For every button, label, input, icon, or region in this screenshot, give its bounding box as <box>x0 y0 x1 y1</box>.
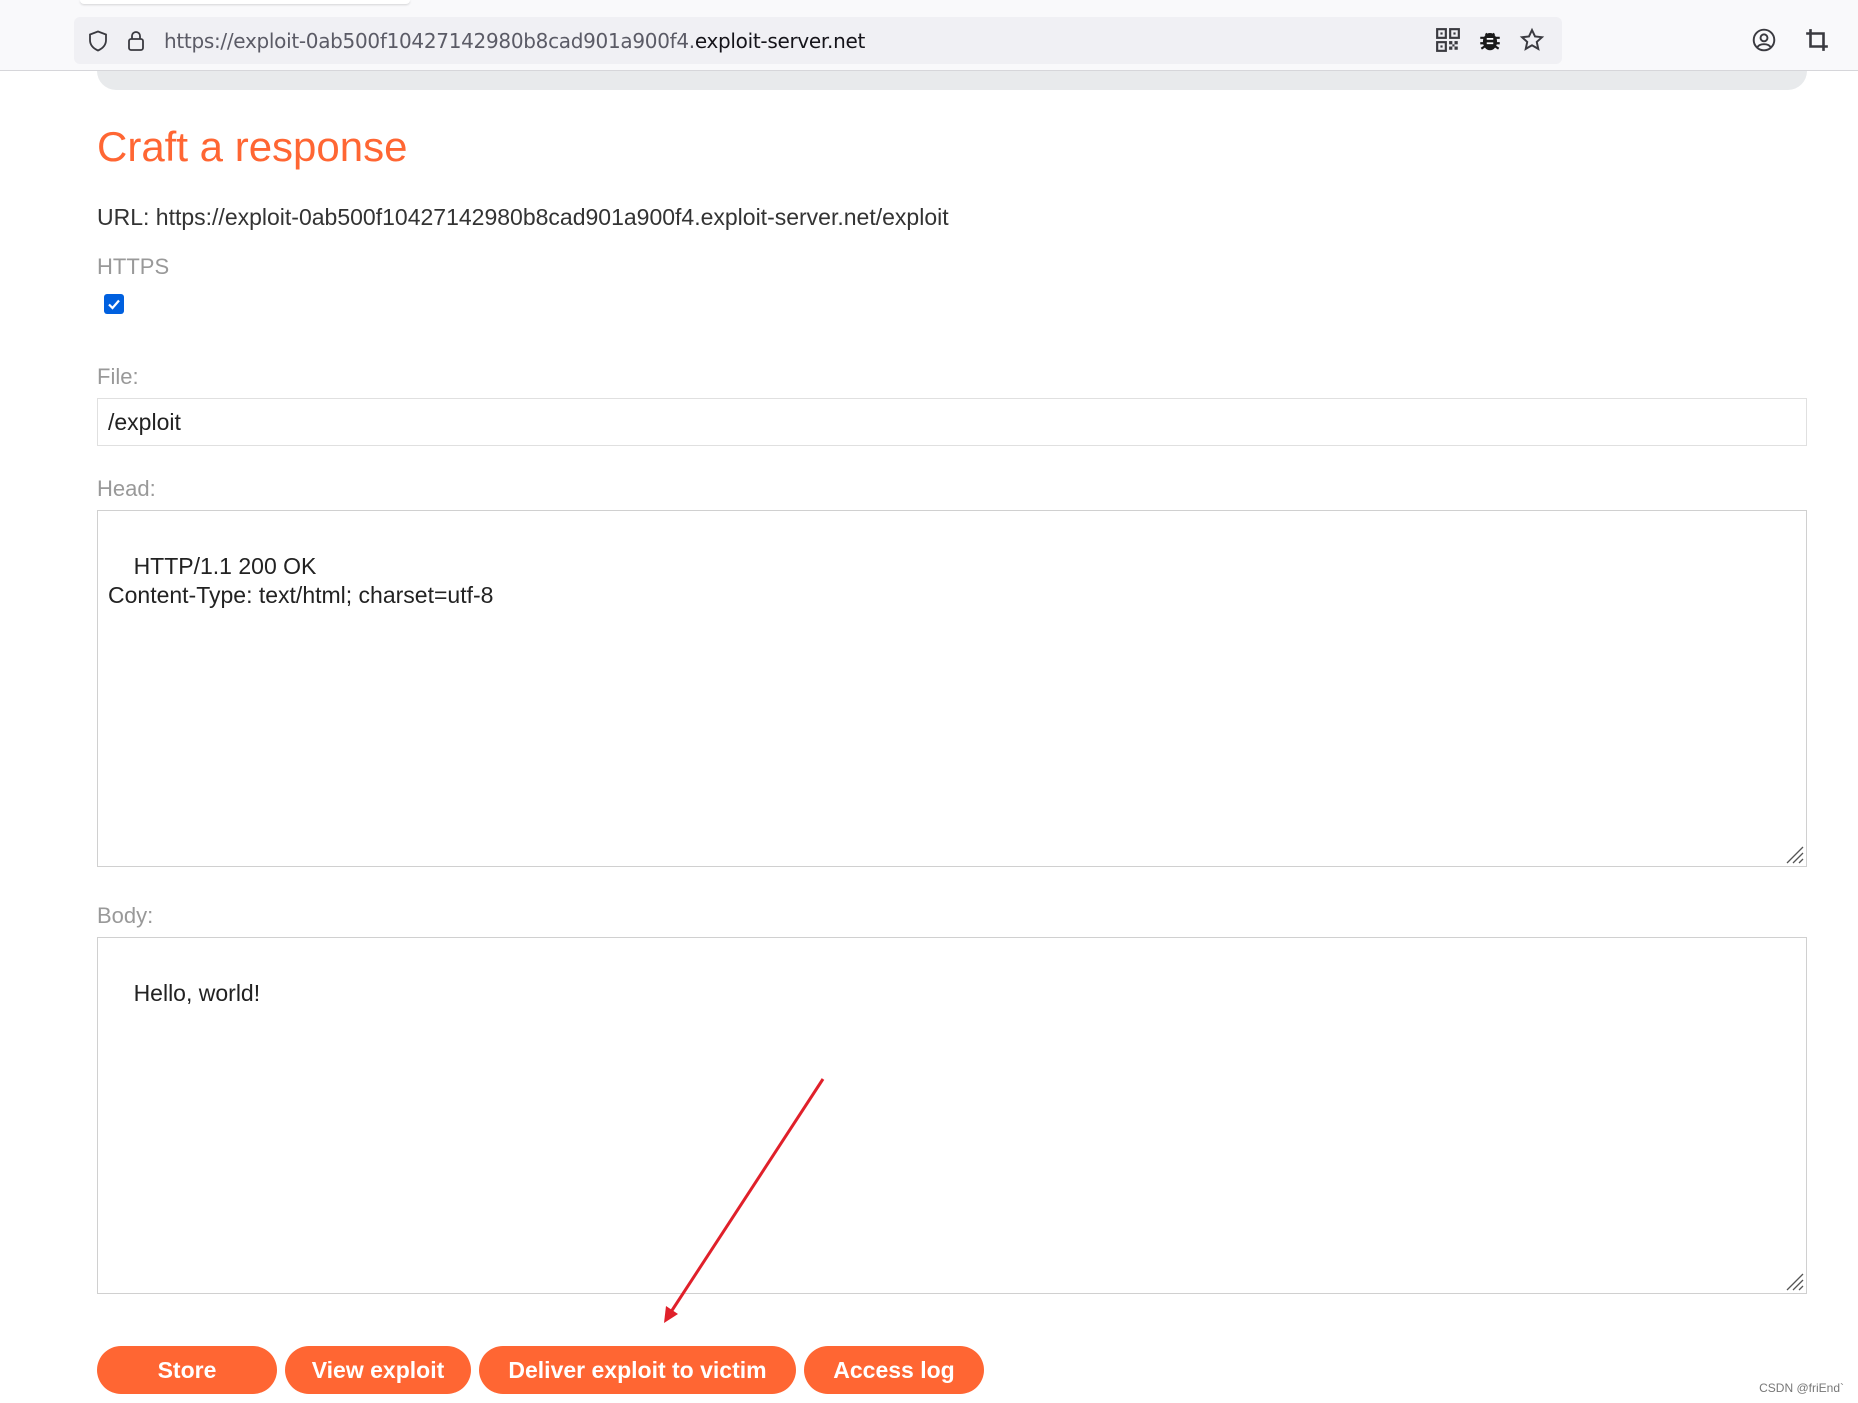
view-exploit-button[interactable]: View exploit <box>285 1346 471 1394</box>
exploit-url: URL: https://exploit-0ab500f10427142980b… <box>97 204 949 230</box>
body-textarea[interactable]: Hello, world! <box>97 937 1807 1294</box>
body-text: Hello, world! <box>133 980 261 1006</box>
https-label: HTTPS <box>97 254 170 279</box>
qr-code-icon[interactable] <box>1434 26 1462 54</box>
form-actions: Store View exploit Deliver exploit to vi… <box>97 1346 1807 1394</box>
deliver-exploit-button[interactable]: Deliver exploit to victim <box>479 1346 796 1394</box>
account-icon[interactable] <box>1750 26 1778 54</box>
file-input[interactable]: /exploit <box>97 398 1807 446</box>
page-title: Craft a response <box>97 123 408 170</box>
bug-icon[interactable] <box>1476 26 1504 54</box>
access-log-button[interactable]: Access log <box>804 1346 984 1394</box>
https-checkbox[interactable] <box>104 294 124 314</box>
shield-icon[interactable] <box>84 27 112 55</box>
page-header-band <box>97 71 1807 90</box>
head-label: Head: <box>97 476 156 501</box>
resize-handle-icon[interactable] <box>1782 1269 1804 1291</box>
resize-handle-icon[interactable] <box>1782 842 1804 864</box>
crop-icon[interactable] <box>1803 26 1831 54</box>
star-bookmark-icon[interactable] <box>1518 26 1546 54</box>
head-text: HTTP/1.1 200 OK Content-Type: text/html;… <box>108 553 494 608</box>
body-label: Body: <box>97 903 154 928</box>
address-bar[interactable]: https://exploit-0ab500f10427142980b8cad9… <box>74 17 1562 64</box>
checkmark-icon <box>108 299 120 310</box>
account-button[interactable] <box>1750 26 1778 54</box>
lock-icon[interactable] <box>122 27 150 55</box>
address-text[interactable]: https://exploit-0ab500f10427142980b8cad9… <box>164 29 865 53</box>
store-button[interactable]: Store <box>97 1346 277 1394</box>
url-domain: exploit-server.net <box>694 28 865 53</box>
head-textarea[interactable]: HTTP/1.1 200 OK Content-Type: text/html;… <box>97 510 1807 867</box>
browser-toolbar: https://exploit-0ab500f10427142980b8cad9… <box>0 0 1858 71</box>
file-label: File: <box>97 364 139 389</box>
url-prefix: https://exploit-0ab500f10427142980b8cad9… <box>164 28 695 53</box>
craft-response-form: Craft a response URL: https://exploit-0a… <box>97 118 1807 1394</box>
active-tab-edge[interactable] <box>80 0 410 4</box>
watermark: CSDN @friEnd` <box>1759 1381 1844 1395</box>
screenshot-button[interactable] <box>1803 26 1831 54</box>
